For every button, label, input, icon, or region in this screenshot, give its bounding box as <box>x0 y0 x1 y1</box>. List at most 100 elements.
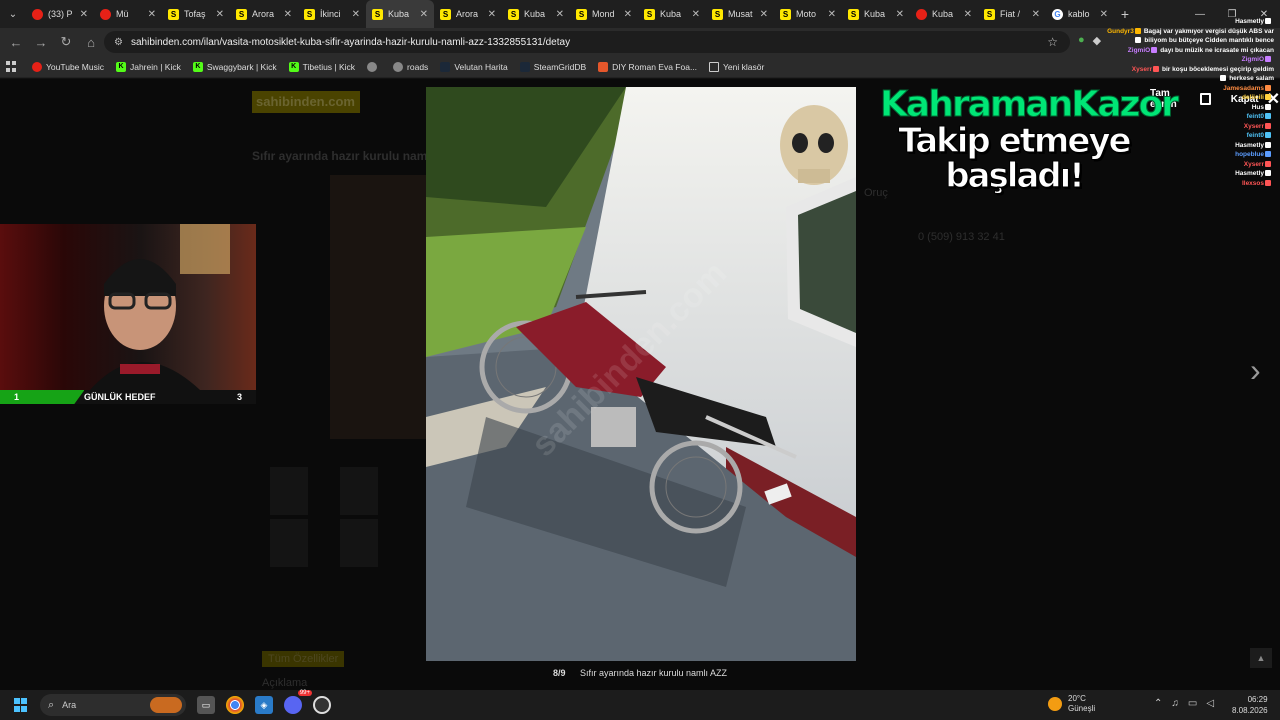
chat-message: feint0 <box>1247 132 1274 139</box>
sahibinden-favicon-icon: S <box>168 8 179 20</box>
network-icon[interactable]: ▭ <box>1188 698 1197 709</box>
tab-close-icon[interactable]: ✕ <box>148 9 156 20</box>
folder-icon <box>709 61 720 72</box>
volume-icon[interactable]: ◁ <box>1206 698 1214 709</box>
chat-text: bir koşu böceklemesi geçirip geldim <box>1162 65 1274 73</box>
tab-close-icon[interactable]: ✕ <box>828 9 836 20</box>
bookmark-item[interactable]: SteamGridDB <box>519 61 586 72</box>
tab-title: Kuba <box>388 9 410 19</box>
tab-close-icon[interactable]: ✕ <box>760 9 768 20</box>
steam-icon <box>440 61 451 72</box>
weather-widget[interactable]: 20°C Güneşli <box>1048 694 1095 713</box>
browser-tab[interactable]: Kuba ✕ <box>910 0 978 28</box>
bookmark-item[interactable]: DIY Roman Eva Foa... <box>598 61 697 72</box>
tab-close-icon[interactable]: ✕ <box>692 9 700 20</box>
windows-start-icon[interactable] <box>14 698 28 712</box>
tab-close-icon[interactable]: ✕ <box>284 9 292 20</box>
next-image-arrow-icon[interactable]: › <box>1250 352 1261 389</box>
thumb-ghost <box>270 519 308 567</box>
browser-tab[interactable]: Mü ✕ <box>94 0 162 28</box>
tab-close-icon[interactable]: ✕ <box>556 9 564 20</box>
browser-tab[interactable]: S Fiat / ✕ <box>978 0 1046 28</box>
browser-tab[interactable]: S Arora ✕ <box>230 0 298 28</box>
browser-tab[interactable]: S Arora ✕ <box>434 0 502 28</box>
scroll-to-top-button[interactable]: ▲ <box>1250 648 1272 668</box>
tab-title: Kuba <box>932 9 954 19</box>
browser-tab[interactable]: S Moto ✕ <box>774 0 842 28</box>
browser-tab[interactable]: S İkinci ✕ <box>298 0 366 28</box>
file-explorer-icon[interactable]: ▭ <box>197 696 215 714</box>
chat-badge-icon <box>1220 75 1227 82</box>
chrome-icon[interactable] <box>226 696 244 714</box>
chat-message: ZigmiO dayı bu müzik ne icrasate mi çıkac… <box>1128 47 1274 54</box>
bookmark-item[interactable]: K Swaggybark | Kick <box>192 61 277 72</box>
discord-icon[interactable]: 99+ <box>284 690 312 714</box>
browser-tab[interactable]: S Tofaş ✕ <box>162 0 230 28</box>
taskbar-search[interactable]: ⌕ Ara <box>40 694 186 716</box>
tab-close-icon[interactable]: ✕ <box>216 9 224 20</box>
bookmark-item[interactable]: Velutan Harita <box>440 61 508 72</box>
home-icon[interactable]: ⌂ <box>79 30 103 54</box>
tab-title: Moto <box>796 9 817 19</box>
tab-close-icon[interactable]: ✕ <box>420 9 428 20</box>
tab-search-menu-icon[interactable]: ⌄ <box>0 0 26 28</box>
bookmark-label: Jahrein | Kick <box>129 61 181 72</box>
obs-icon[interactable] <box>313 696 331 714</box>
browser-tab[interactable]: S Kuba ✕ <box>502 0 570 28</box>
sahibinden-favicon-icon: S <box>304 8 315 20</box>
tray-overflow-icon[interactable]: ⌃ <box>1154 698 1162 709</box>
address-bar[interactable]: ⚙ sahibinden.com/ilan/vasita-motosiklet-… <box>104 31 1070 53</box>
chat-username: ZigmiO <box>1241 56 1264 63</box>
browser-tab[interactable]: (33) P ✕ <box>26 0 94 28</box>
chat-message: deliicili <box>1242 94 1274 101</box>
tab-close-icon[interactable]: ✕ <box>352 9 360 20</box>
tab-close-icon[interactable]: ✕ <box>1032 9 1040 20</box>
chat-message: Hasmetly <box>1235 142 1274 149</box>
site-info-icon[interactable]: ⚙ <box>114 37 123 48</box>
browser-tab[interactable]: S Mond ✕ <box>570 0 638 28</box>
chat-badge-icon <box>1265 151 1271 158</box>
browser-tab[interactable]: S Kuba ✕ <box>638 0 706 28</box>
bookmark-item[interactable]: YouTube Music <box>32 61 104 72</box>
all-features-button[interactable]: Tüm Özellikler <box>262 651 345 667</box>
chat-username: ZigmiO <box>1127 46 1151 54</box>
chat-username: hopeblue <box>1235 151 1264 158</box>
tab-close-icon[interactable]: ✕ <box>964 9 972 20</box>
sun-icon <box>1048 696 1062 711</box>
vscode-icon[interactable]: ◈ <box>255 696 273 714</box>
bookmark-item[interactable]: K Tibetius | Kick <box>288 61 355 72</box>
chat-message: Jamesadams <box>1223 85 1274 92</box>
chat-badge-icon <box>1265 94 1271 101</box>
browser-tab[interactable]: S Kuba ✕ <box>842 0 910 28</box>
system-clock[interactable]: 06:29 8.08.2026 <box>1232 695 1268 717</box>
clock-date: 8.08.2026 <box>1232 705 1268 715</box>
tab-close-icon[interactable]: ✕ <box>488 9 496 20</box>
browser-toolbar: ← → ↻ ⌂ ⚙ sahibinden.com/ilan/vasita-mot… <box>0 28 1280 56</box>
tab-close-icon[interactable]: ✕ <box>624 9 632 20</box>
microphone-icon[interactable]: ♫ <box>1171 698 1179 709</box>
bookmark-item[interactable]: Yeni klasör <box>709 61 764 72</box>
chat-message: herkese salam <box>1219 75 1274 82</box>
reload-icon[interactable]: ↻ <box>54 30 78 54</box>
browser-tab[interactable]: S Musat ✕ <box>706 0 774 28</box>
bookmark-star-icon[interactable]: ☆ <box>1047 35 1058 49</box>
chat-message: Hus <box>1252 104 1274 111</box>
bookmark-item[interactable] <box>367 61 381 72</box>
thumb-ghost <box>340 467 378 515</box>
tab-title: Mü <box>116 9 129 19</box>
extension-icon[interactable]: ● <box>1078 34 1085 47</box>
bookmark-item[interactable]: K Jahrein | Kick <box>115 61 181 72</box>
forward-icon[interactable]: → <box>29 30 53 54</box>
tab-close-icon[interactable]: ✕ <box>80 9 88 20</box>
back-icon[interactable]: ← <box>4 30 28 54</box>
chat-text: Bagaj var yakmıyor vergisi düşük ABS var <box>1143 27 1274 35</box>
chat-username: deliicili <box>1241 94 1264 101</box>
tab-close-icon[interactable]: ✕ <box>896 9 904 20</box>
search-icon: ⌕ <box>48 698 55 711</box>
browser-tab[interactable]: S Kuba ✕ <box>366 0 434 28</box>
taskbar: ⌕ Ara ▭ ◈ 99+ 20°C Güneşli ⌃ ♫ ▭ ◁ 06:29… <box>0 690 1280 720</box>
bookmark-item[interactable]: roads <box>393 61 428 72</box>
apps-grid-icon[interactable] <box>6 60 18 73</box>
bookmark-label: Velutan Harita <box>454 61 508 72</box>
caption-text: Sıfır ayarında hazır kurulu namlı AZZ <box>579 668 728 678</box>
